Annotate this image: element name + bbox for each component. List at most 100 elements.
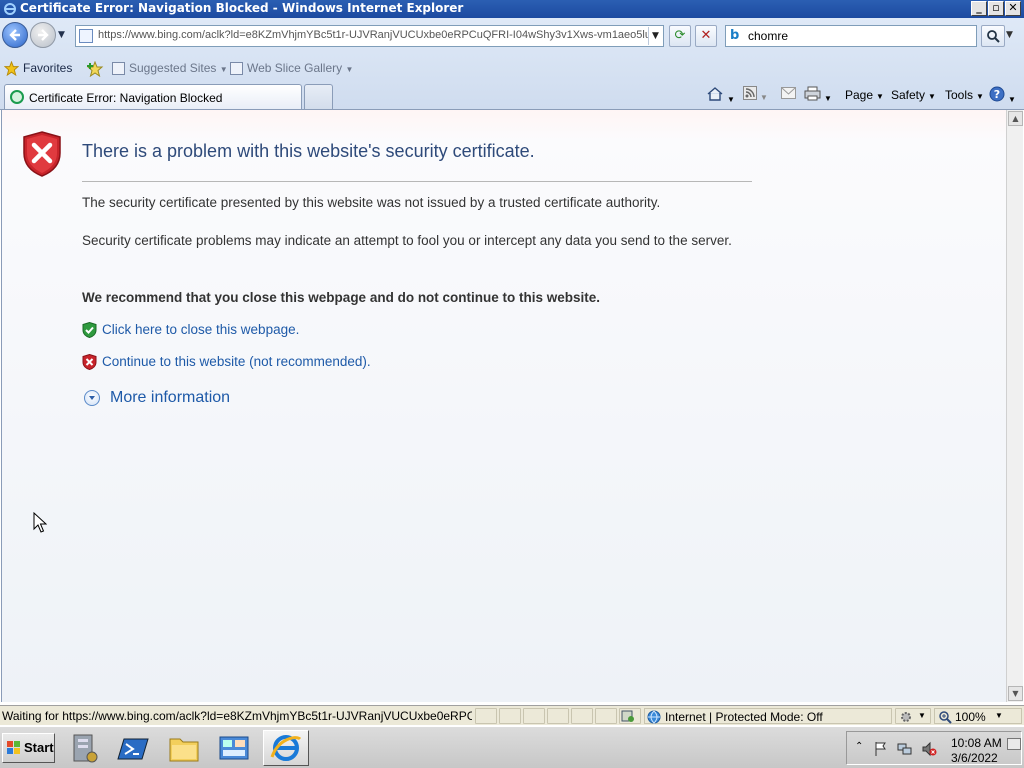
explorer-taskbar-button[interactable]: [163, 730, 209, 766]
feeds-button[interactable]: ▼: [743, 86, 768, 104]
home-icon: [707, 87, 723, 101]
chevron-down-icon: ▼: [918, 711, 926, 720]
tab-certificate-error[interactable]: Certificate Error: Navigation Blocked: [4, 84, 302, 109]
address-input[interactable]: https://www.bing.com/aclk?ld=e8KZmVhjmYB…: [98, 29, 648, 41]
chevron-down-icon: ▼: [995, 711, 1003, 720]
favorites-label: Favorites: [23, 61, 73, 75]
address-dropdown[interactable]: ▼: [648, 27, 662, 45]
recommendation-text: We recommend that you close this webpage…: [82, 290, 601, 305]
rss-icon: [743, 86, 757, 100]
home-button[interactable]: ▼: [706, 86, 735, 104]
control-panel-icon: [219, 736, 249, 760]
network-icon[interactable]: [897, 741, 913, 757]
system-tray: ⌃ 10:08 AM 3/6/2022: [846, 731, 1022, 765]
add-ons-status[interactable]: [619, 708, 641, 724]
status-pane: [499, 708, 521, 724]
red-shield-small-icon: [82, 354, 97, 370]
tools-menu-label: Tools: [945, 88, 974, 102]
chevron-down-icon: ▼: [345, 65, 354, 74]
forward-arrow-icon: [38, 29, 49, 41]
chevron-down-icon: ▼: [928, 92, 936, 101]
more-information-link[interactable]: More information: [110, 389, 230, 407]
printer-icon: [804, 86, 821, 101]
safety-menu-label: Safety: [891, 88, 926, 102]
scroll-down-button[interactable]: ▼: [1008, 686, 1023, 701]
status-pane: [523, 708, 545, 724]
back-arrow-icon: [9, 29, 20, 41]
close-webpage-link[interactable]: Click here to close this webpage.: [102, 322, 299, 337]
server-manager-taskbar-button[interactable]: [63, 730, 109, 766]
read-mail-button[interactable]: [781, 86, 796, 104]
clock-date[interactable]: 3/6/2022: [951, 751, 998, 765]
maximize-button[interactable]: ▫: [988, 1, 1004, 16]
page-menu-label: Page: [845, 88, 874, 102]
volume-muted-icon[interactable]: [921, 741, 937, 757]
control-panel-taskbar-button[interactable]: [213, 730, 259, 766]
expand-chevron-icon[interactable]: [84, 390, 100, 406]
search-options-dropdown[interactable]: ▼: [1006, 30, 1013, 40]
back-button[interactable]: [2, 22, 28, 48]
security-warning-text: Security certificate problems may indica…: [82, 233, 732, 248]
web-slice-gallery-button[interactable]: Web Slice Gallery ▼: [230, 59, 353, 77]
show-hidden-icons-button[interactable]: ⌃: [855, 741, 863, 752]
start-label: Start: [24, 740, 54, 755]
close-button[interactable]: ✕: [1005, 1, 1021, 16]
add-on-icon: [621, 710, 634, 722]
page-icon: [79, 29, 93, 43]
chevron-down-icon: ▼: [876, 92, 884, 101]
show-desktop-button[interactable]: [1007, 738, 1021, 750]
security-zone[interactable]: Internet | Protected Mode: Off: [644, 708, 892, 724]
favorites-button[interactable]: Favorites: [4, 59, 72, 77]
title-bar: Certificate Error: Navigation Blocked - …: [0, 0, 1024, 18]
refresh-button[interactable]: ⟳: [669, 25, 691, 47]
powershell-taskbar-button[interactable]: [113, 730, 159, 766]
taskbar: Start ⌃ 10:08 AM 3/6/2022: [0, 726, 1024, 768]
suggested-sites-button[interactable]: Suggested Sites ▼: [112, 59, 228, 77]
recent-pages-dropdown[interactable]: ▼: [58, 30, 70, 42]
web-slice-gallery-label: Web Slice Gallery: [247, 61, 343, 75]
stop-button[interactable]: ✕: [695, 25, 717, 47]
search-input[interactable]: chomre: [748, 29, 788, 43]
add-to-favorites-bar-button[interactable]: [87, 59, 108, 77]
zoom-control[interactable]: 100% ▼: [934, 708, 1022, 724]
search-box[interactable]: b chomre: [725, 25, 977, 47]
certificate-explanation: The security certificate presented by th…: [82, 195, 661, 210]
start-button[interactable]: Start: [2, 733, 55, 763]
minimize-button[interactable]: _: [971, 1, 987, 16]
scroll-up-button[interactable]: ▲: [1008, 111, 1023, 126]
search-button[interactable]: [981, 25, 1005, 47]
green-shield-icon: [82, 322, 97, 338]
status-bar: Waiting for https://www.bing.com/aclk?ld…: [0, 705, 1024, 725]
magnifier-icon: [987, 30, 1000, 43]
status-pane: [547, 708, 569, 724]
continue-to-website-link[interactable]: Continue to this website (not recommende…: [102, 354, 371, 369]
server-manager-icon: [73, 734, 98, 763]
status-pane: [571, 708, 593, 724]
help-button[interactable]: ? ▼: [989, 86, 1016, 104]
clock-time[interactable]: 10:08 AM: [951, 736, 1002, 750]
new-tab-button[interactable]: [304, 84, 333, 109]
forward-button[interactable]: [30, 22, 56, 48]
ie-page-icon: [112, 62, 125, 76]
tools-menu[interactable]: Tools ▼: [945, 86, 984, 104]
window-title: Certificate Error: Navigation Blocked - …: [20, 1, 464, 15]
print-button[interactable]: ▼: [804, 86, 832, 104]
action-center-flag-icon[interactable]: [873, 741, 889, 757]
red-shield-icon: [23, 131, 61, 177]
gear-icon: [901, 712, 911, 722]
safety-menu[interactable]: Safety ▼: [891, 86, 936, 104]
chevron-down-icon: ▼: [219, 65, 228, 74]
vertical-scrollbar[interactable]: ▲ ▼: [1006, 110, 1023, 702]
powershell-icon: [117, 738, 149, 760]
add-favorite-icon: [87, 60, 104, 77]
tab-row: Certificate Error: Navigation Blocked ▼ …: [0, 82, 1024, 109]
windows-logo-icon: [7, 741, 20, 754]
address-bar[interactable]: https://www.bing.com/aclk?ld=e8KZmVhjmYB…: [75, 25, 664, 47]
protected-mode-settings[interactable]: ▼: [895, 708, 931, 724]
page-menu[interactable]: Page ▼: [845, 86, 884, 104]
internet-explorer-taskbar-button[interactable]: [263, 730, 309, 766]
status-pane: [475, 708, 497, 724]
chevron-down-icon: ▼: [976, 92, 984, 101]
internet-explorer-icon: [270, 735, 302, 761]
loading-icon: [10, 90, 24, 104]
